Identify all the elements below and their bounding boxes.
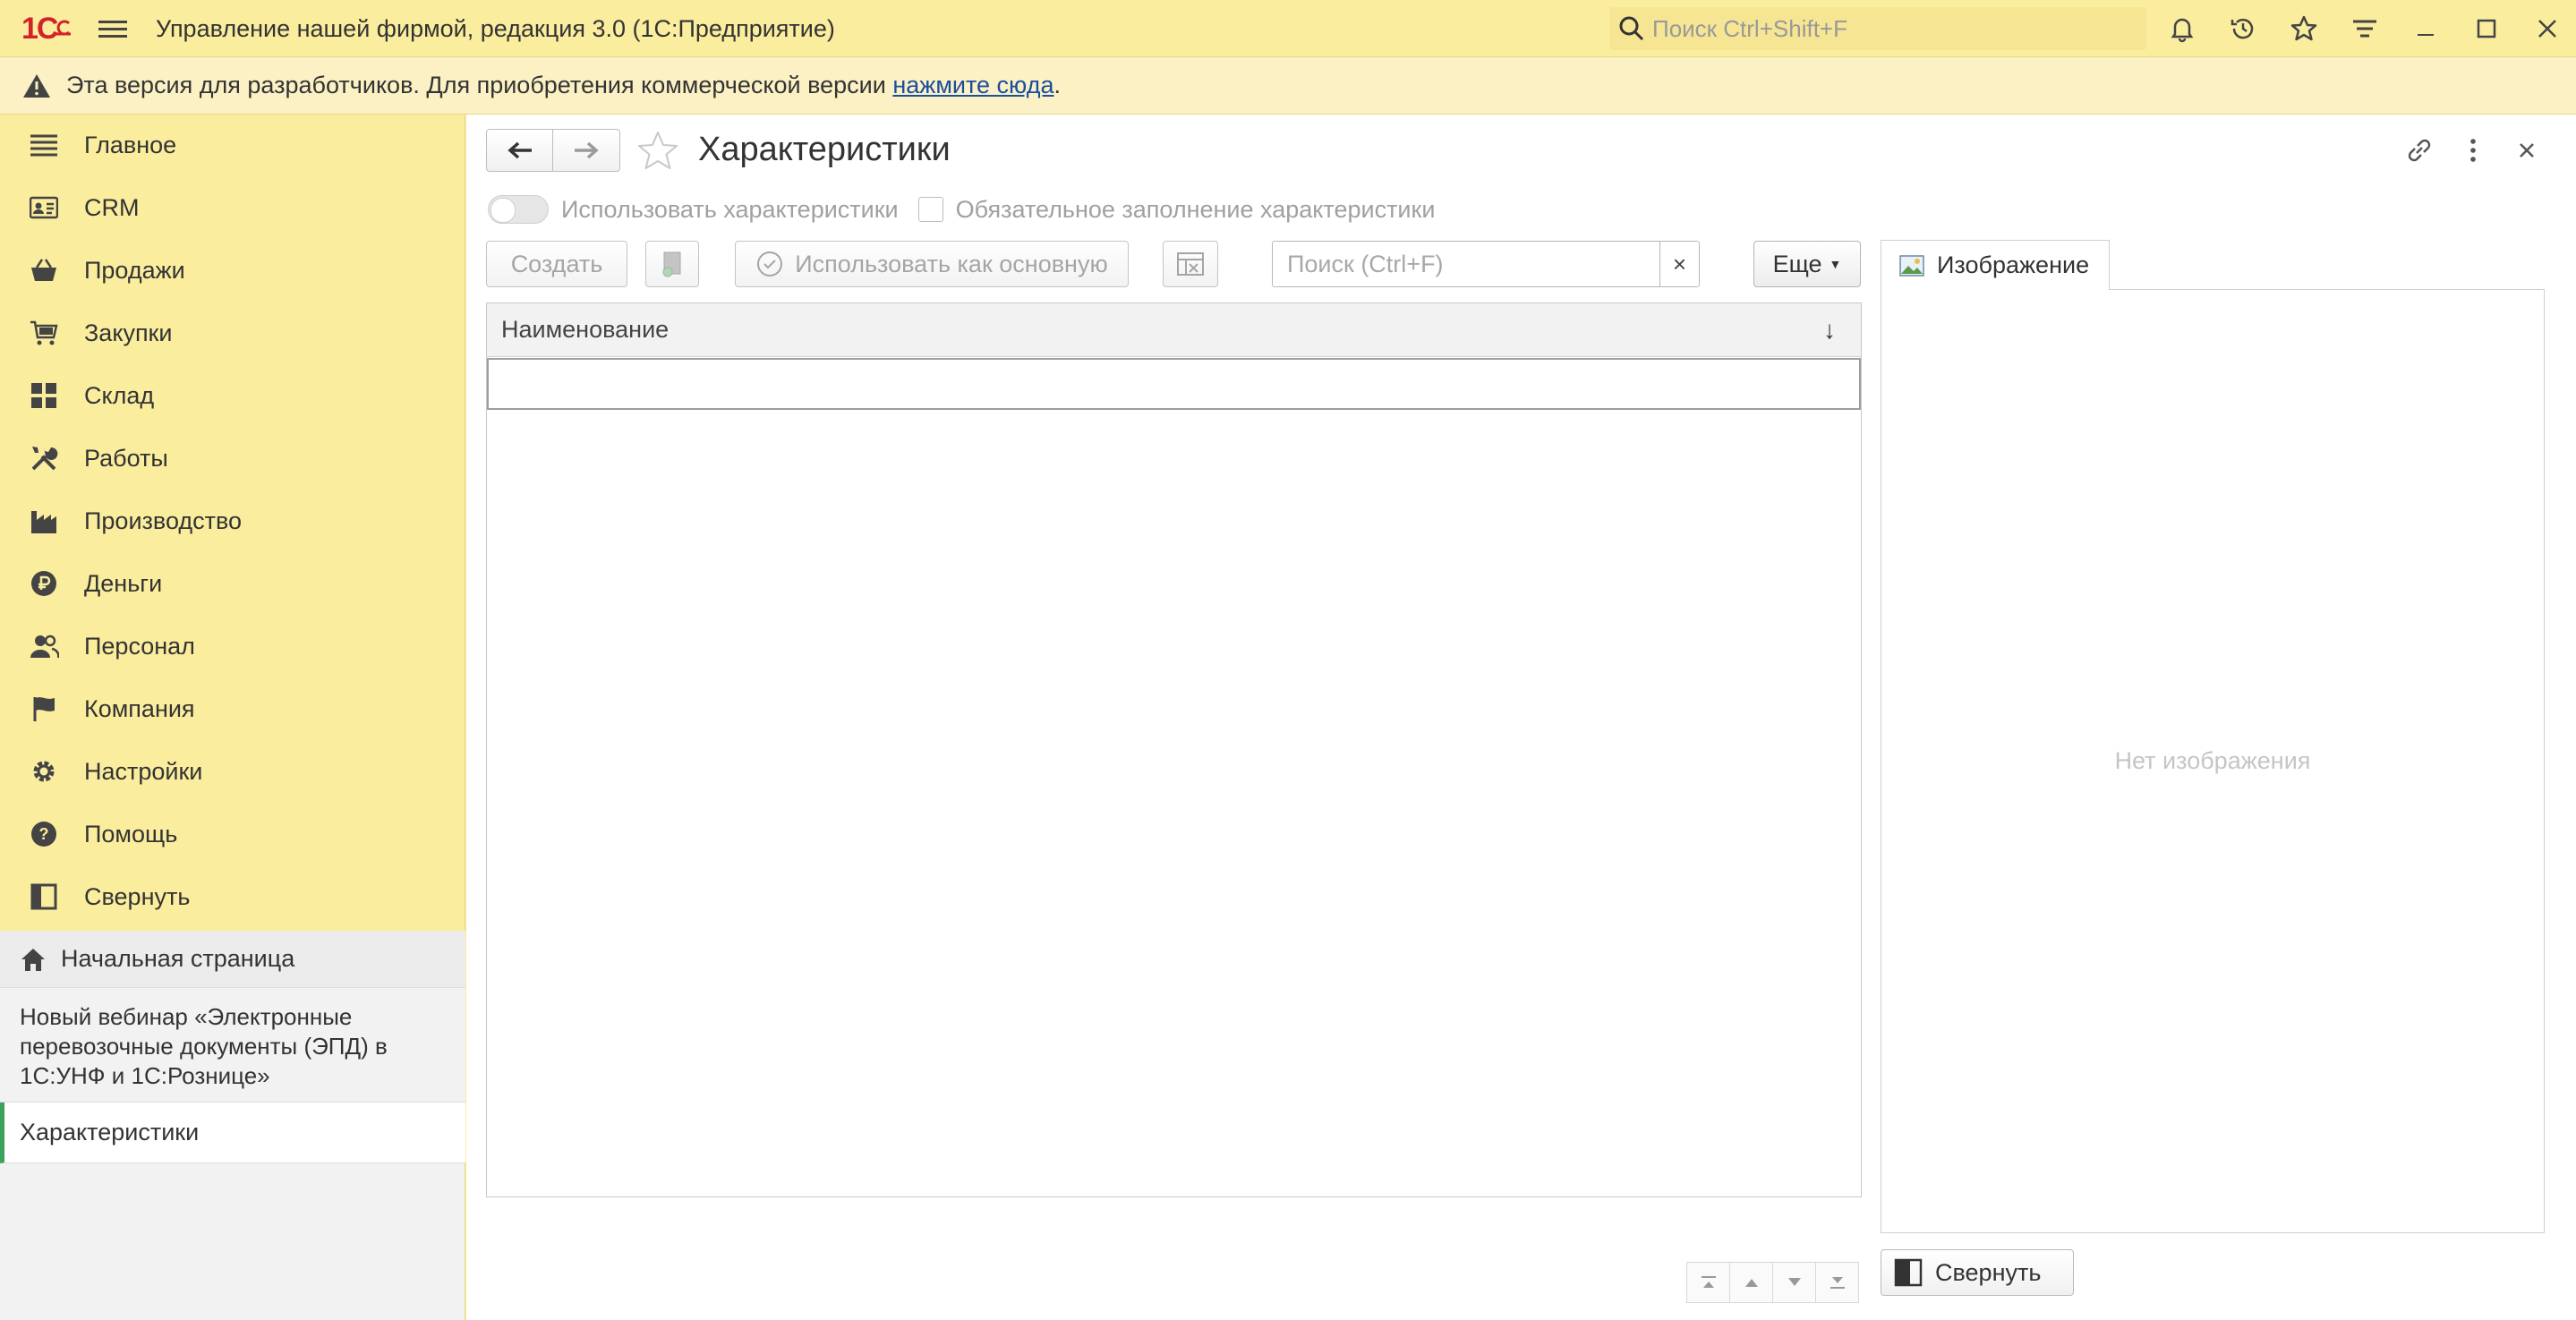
copy-document-icon [662,251,681,277]
options-row: Использовать характеристики Обязательное… [488,190,1435,229]
sidebar-item-warehouse[interactable]: Склад [0,365,465,426]
collapse-image-button[interactable]: Свернуть [1881,1249,2074,1296]
close-window-icon[interactable] [2528,9,2567,48]
use-characteristics-toggle[interactable] [488,195,549,224]
sidebar-item-money[interactable]: Деньги [0,553,465,614]
sidebar-item-production[interactable]: Производство [0,490,465,551]
list-search-input[interactable]: Поиск (Ctrl+F) × [1272,241,1700,287]
contact-card-icon [29,192,59,223]
characteristics-table[interactable]: Наименование ↓ [486,302,1862,1197]
more-button[interactable]: Еще ▼ [1753,241,1861,287]
forward-button[interactable] [553,130,619,171]
collapse-panel-icon [29,881,59,912]
arrow-down-icon [1787,1278,1801,1286]
buy-link[interactable]: нажмите сюда [892,72,1053,98]
scroll-first-button[interactable] [1686,1262,1730,1303]
sidebar-item-sales[interactable]: Продажи [0,240,465,301]
scroll-up-button[interactable] [1729,1262,1773,1303]
close-form-icon[interactable] [2509,132,2545,168]
use-as-main-button[interactable]: Использовать как основную [735,241,1129,287]
column-header-name[interactable]: Наименование [501,316,669,344]
link-icon[interactable] [2401,132,2437,168]
table-header: Наименование ↓ [487,303,1861,357]
list-search-placeholder: Поиск (Ctrl+F) [1287,250,1444,277]
sort-arrow-icon[interactable]: ↓ [1823,316,1836,345]
picture-icon [1899,254,1924,277]
open-window-home[interactable]: Начальная страница [0,931,465,988]
minimize-icon[interactable] [2406,9,2445,48]
functions-menu-icon[interactable] [2345,9,2384,48]
favorites-star-icon[interactable] [2284,9,2324,48]
app-logo[interactable]: 1С [21,12,79,46]
svg-text:?: ? [39,825,49,843]
tab-image[interactable]: Изображение [1881,240,2110,290]
history-icon[interactable] [2223,9,2263,48]
maximize-icon[interactable] [2467,9,2506,48]
scroll-down-button[interactable] [1772,1262,1816,1303]
collapse-panel-icon [1894,1258,1923,1287]
last-page-icon [1830,1277,1845,1289]
form-title: Характеристики [698,131,951,168]
open-window-characteristics[interactable]: Характеристики [0,1103,465,1163]
sidebar-item-crm[interactable]: CRM [0,177,465,238]
arrow-up-icon [1744,1279,1758,1287]
check-circle-icon [757,251,783,277]
sidebar-item-works[interactable]: Работы [0,428,465,489]
fill-from-template-button[interactable] [1163,241,1218,287]
dropdown-caret-icon: ▼ [1829,257,1842,271]
developer-version-banner: Эта версия для разработчиков. Для приобр… [0,57,2576,115]
global-search-placeholder: Поиск Ctrl+Shift+F [1652,14,1847,42]
back-button[interactable] [487,130,553,171]
sidebar-item-purchases[interactable]: Закупки [0,302,465,363]
copy-button[interactable] [645,241,699,287]
global-search-input[interactable]: Поиск Ctrl+Shift+F [1609,7,2146,50]
mandatory-label: Обязательное заполнение характеристики [955,195,1436,223]
basket-icon [29,255,59,285]
scroll-last-button[interactable] [1815,1262,1859,1303]
ruble-icon [29,568,59,599]
sidebar-item-main[interactable]: Главное [0,115,465,175]
help-icon: ? [29,819,59,849]
flag-icon [29,694,59,724]
clear-search-button[interactable]: × [1659,242,1699,286]
more-actions-icon[interactable] [2455,132,2491,168]
app-title: Управление нашей фирмой, редакция 3.0 (1… [156,15,835,42]
scroll-pager [1686,1262,1863,1303]
arrow-right-icon [575,141,599,159]
open-window-webinar[interactable]: Новый вебинар «Электронные перевозочные … [0,988,465,1103]
arrow-left-icon [507,141,532,159]
favorite-star-icon[interactable] [636,129,679,172]
bell-icon[interactable] [2162,9,2202,48]
factory-icon [29,506,59,536]
table-formula-icon [1177,252,1204,276]
mandatory-checkbox[interactable] [917,197,943,222]
sidebar-item-collapse[interactable]: Свернуть [0,866,465,927]
menu-lines-icon [29,130,59,160]
tools-icon [29,443,59,473]
banner-text: Эта версия для разработчиков. Для приобр… [66,72,1061,98]
form-area: Характеристики Использовать характеристи… [466,115,2576,1320]
warehouse-icon [29,380,59,411]
open-windows-panel: Начальная страница Новый вебинар «Электр… [0,931,465,1320]
sidebar-item-settings[interactable]: Настройки [0,741,465,802]
home-icon [21,948,45,971]
no-image-text: Нет изображения [2114,747,2311,774]
warning-icon [23,73,50,98]
main-menu-icon[interactable] [98,16,127,41]
sidebar-item-personnel[interactable]: Персонал [0,616,465,677]
use-characteristics-label: Использовать характеристики [561,195,899,223]
cart-icon [29,318,59,348]
first-page-icon [1701,1276,1716,1288]
table-row[interactable] [487,358,1861,410]
history-nav [486,129,620,172]
gear-icon [29,756,59,787]
image-panel[interactable]: Нет изображения [1881,289,2545,1233]
create-button[interactable]: Создать [486,241,627,287]
sidebar-item-company[interactable]: Компания [0,678,465,739]
search-icon [1619,16,1644,41]
sidebar-item-help[interactable]: ? Помощь [0,804,465,864]
title-bar: 1С Управление нашей фирмой, редакция 3.0… [0,0,2576,57]
people-icon [29,631,59,661]
sections-sidebar: Главное CRM Продажи Закупки Склад Работы… [0,115,465,1320]
